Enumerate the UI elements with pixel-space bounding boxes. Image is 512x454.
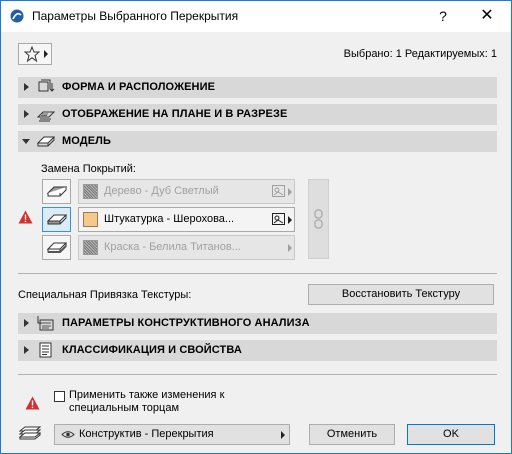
- apply-to-special-edges-label: Применить также изменения к специальным …: [69, 389, 225, 414]
- model-slab-icon: [37, 136, 55, 147]
- cancel-button[interactable]: Отменить: [309, 424, 395, 445]
- surface-override-label: Замена Покрытий:: [41, 163, 136, 175]
- surface-edge-button[interactable]: [42, 207, 71, 232]
- hatched-swatch-icon: [83, 184, 98, 199]
- section-floor-plan-and-section[interactable]: ОТОБРАЖЕНИЕ НА ПЛАНЕ И В РАЗРЕЗЕ: [18, 104, 497, 125]
- favorites-dropdown-arrow-icon: [44, 50, 48, 58]
- layers-icon: [19, 426, 41, 440]
- slab-bottom-surface-icon: [47, 242, 67, 253]
- collapse-arrow-icon: [22, 139, 30, 144]
- hatched-swatch-icon: [83, 240, 98, 255]
- expand-arrow-icon: [24, 346, 29, 354]
- surface-material-edge[interactable]: Штукатурка - Шерохова...: [78, 207, 295, 232]
- apply-to-special-edges-checkbox[interactable]: [54, 391, 65, 402]
- shape-position-icon: [38, 79, 55, 92]
- dialog-window: Параметры Выбранного Перекрытия ? ✕ Выбр…: [0, 0, 512, 454]
- favorites-button[interactable]: [18, 43, 52, 65]
- divider: [18, 273, 497, 274]
- section-label: ПАРАМЕТРЫ КОНСТРУКТИВНОГО АНАЛИЗА: [62, 317, 310, 329]
- expand-arrow-icon: [24, 83, 29, 91]
- section-label: ФОРМА И РАСПОЛОЖЕНИЕ: [62, 81, 216, 93]
- chain-link-icon: [314, 209, 323, 229]
- material-name: Краска - Белила Титанов...: [104, 241, 241, 253]
- close-button[interactable]: ✕: [476, 6, 498, 26]
- surface-material-bottom[interactable]: Краска - Белила Титанов...: [78, 235, 295, 260]
- slab-top-surface-icon: [47, 186, 67, 197]
- section-label: КЛАССИФИКАЦИЯ И СВОЙСТВА: [62, 344, 242, 356]
- warning-icon: [18, 210, 33, 224]
- section-label: ОТОБРАЖЕНИЕ НА ПЛАНЕ И В РАЗРЕЗЕ: [62, 108, 288, 120]
- archicad-app-icon: [10, 9, 24, 23]
- title-bar: Параметры Выбранного Перекрытия ? ✕: [1, 1, 511, 32]
- section-label: МОДЕЛЬ: [62, 135, 111, 147]
- dropdown-arrow-icon: [288, 216, 292, 224]
- layer-name: Конструктив - Перекрытия: [79, 428, 214, 440]
- star-icon: [24, 46, 40, 62]
- dropdown-arrow-icon: [288, 188, 292, 196]
- ok-button[interactable]: OK: [407, 424, 495, 445]
- layer-select[interactable]: Конструктив - Перекрытия: [54, 424, 290, 445]
- warning-icon: [25, 396, 40, 410]
- slab-edge-surface-icon: [47, 214, 67, 225]
- material-name: Дерево - Дуб Светлый: [104, 185, 219, 197]
- restore-texture-button[interactable]: Восстановить Текстуру: [308, 284, 494, 305]
- dropdown-arrow-icon: [281, 431, 285, 439]
- section-classification[interactable]: КЛАССИФИКАЦИЯ И СВОЙСТВА: [18, 340, 497, 361]
- help-button[interactable]: ?: [433, 6, 453, 26]
- surface-bottom-button[interactable]: [42, 235, 71, 260]
- surface-material-top[interactable]: Дерево - Дуб Светлый: [78, 179, 295, 204]
- classification-document-icon: [39, 342, 52, 358]
- link-surfaces-button[interactable]: [308, 179, 329, 259]
- section-shape-and-position[interactable]: ФОРМА И РАСПОЛОЖЕНИЕ: [18, 77, 497, 98]
- expand-arrow-icon: [24, 319, 29, 327]
- section-model[interactable]: МОДЕЛЬ: [18, 131, 497, 152]
- floor-plan-icon: [37, 111, 55, 122]
- expand-arrow-icon: [24, 110, 29, 118]
- eye-icon: [61, 431, 75, 438]
- section-structural-analysis[interactable]: ПАРАМЕТРЫ КОНСТРУКТИВНОГО АНАЛИЗА: [18, 313, 497, 334]
- surface-top-button[interactable]: [42, 179, 71, 204]
- texture-image-icon: [272, 213, 285, 225]
- structural-analysis-icon: [37, 316, 54, 331]
- dropdown-arrow-icon: [288, 244, 292, 252]
- window-title: Параметры Выбранного Перекрытия: [32, 9, 239, 23]
- texture-image-icon: [272, 185, 285, 197]
- material-name: Штукатурка - Шерохова...: [104, 213, 235, 225]
- material-color-swatch: [83, 212, 98, 227]
- texture-alignment-label: Специальная Привязка Текстуры:: [18, 289, 192, 301]
- selection-info: Выбрано: 1 Редактируемых: 1: [343, 48, 497, 60]
- divider: [18, 374, 497, 375]
